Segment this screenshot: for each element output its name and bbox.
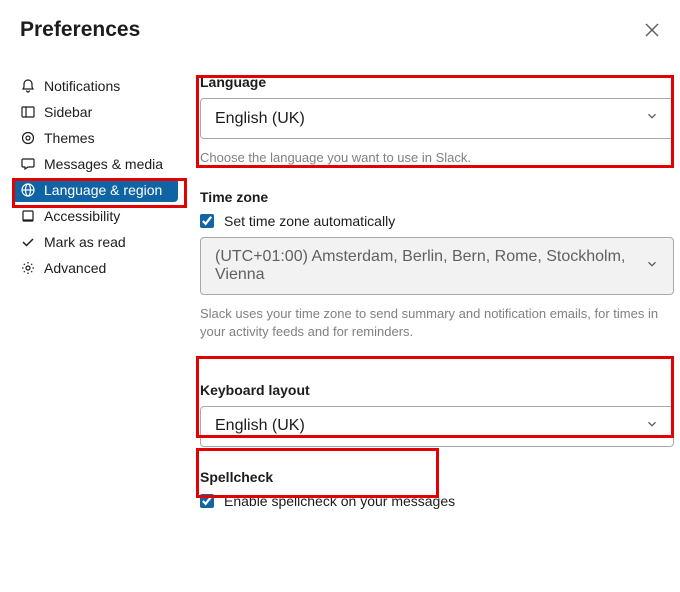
keyboard-select[interactable]: English (UK) xyxy=(200,406,674,447)
sidebar-item-accessibility[interactable]: Accessibility xyxy=(12,204,178,228)
accessibility-icon xyxy=(20,208,36,224)
page-title: Preferences xyxy=(20,18,140,42)
timezone-helper: Slack uses your time zone to send summar… xyxy=(200,305,674,341)
bell-icon xyxy=(20,78,36,94)
sidebar-item-advanced[interactable]: Advanced xyxy=(12,256,178,280)
spellcheck-title: Spellcheck xyxy=(200,469,674,485)
language-value: English (UK) xyxy=(215,110,305,128)
sidebar-item-mark-as-read[interactable]: Mark as read xyxy=(12,230,178,254)
language-title: Language xyxy=(200,74,674,90)
timezone-title: Time zone xyxy=(200,189,674,205)
sidebar-item-label: Language & region xyxy=(44,182,162,198)
sidebar-item-notifications[interactable]: Notifications xyxy=(12,74,178,98)
sidebar-icon xyxy=(20,104,36,120)
timezone-auto-label[interactable]: Set time zone automatically xyxy=(224,213,395,229)
spellcheck-row: Enable spellcheck on your messages xyxy=(200,493,674,509)
chevron-down-icon xyxy=(645,417,659,436)
sidebar-item-themes[interactable]: Themes xyxy=(12,126,178,150)
keyboard-value: English (UK) xyxy=(215,417,305,435)
sidebar-item-language-region[interactable]: Language & region xyxy=(12,178,178,202)
sidebar: Notifications Sidebar Themes xyxy=(0,56,190,549)
sidebar-item-label: Messages & media xyxy=(44,156,163,172)
keyboard-title: Keyboard layout xyxy=(200,382,674,398)
close-icon[interactable] xyxy=(644,22,660,38)
spellcheck-label[interactable]: Enable spellcheck on your messages xyxy=(224,493,455,509)
preferences-header: Preferences xyxy=(0,0,680,56)
timezone-select: (UTC+01:00) Amsterdam, Berlin, Bern, Rom… xyxy=(200,237,674,295)
spellcheck-checkbox[interactable] xyxy=(200,494,214,508)
timezone-auto-row: Set time zone automatically xyxy=(200,213,674,229)
timezone-value: (UTC+01:00) Amsterdam, Berlin, Bern, Rom… xyxy=(215,248,645,284)
language-select[interactable]: English (UK) xyxy=(200,98,674,139)
sidebar-item-label: Accessibility xyxy=(44,208,120,224)
chevron-down-icon xyxy=(645,109,659,128)
themes-icon xyxy=(20,130,36,146)
sidebar-item-label: Mark as read xyxy=(44,234,126,250)
sidebar-item-label: Sidebar xyxy=(44,104,92,120)
spellcheck-section: Spellcheck Enable spellcheck on your mes… xyxy=(200,469,674,509)
check-icon xyxy=(20,234,36,250)
sidebar-item-sidebar[interactable]: Sidebar xyxy=(12,100,178,124)
sidebar-item-messages-media[interactable]: Messages & media xyxy=(12,152,178,176)
keyboard-section: Keyboard layout English (UK) xyxy=(200,382,674,447)
content-panel: Language English (UK) Choose the languag… xyxy=(190,56,680,549)
language-section: Language English (UK) Choose the languag… xyxy=(200,74,674,167)
timezone-section: Time zone Set time zone automatically (U… xyxy=(200,189,674,341)
globe-icon xyxy=(20,182,36,198)
timezone-auto-checkbox[interactable] xyxy=(200,214,214,228)
language-helper: Choose the language you want to use in S… xyxy=(200,149,674,167)
sidebar-item-label: Themes xyxy=(44,130,95,146)
sidebar-item-label: Notifications xyxy=(44,78,120,94)
chevron-down-icon xyxy=(645,257,659,276)
message-icon xyxy=(20,156,36,172)
gear-icon xyxy=(20,260,36,276)
sidebar-item-label: Advanced xyxy=(44,260,106,276)
